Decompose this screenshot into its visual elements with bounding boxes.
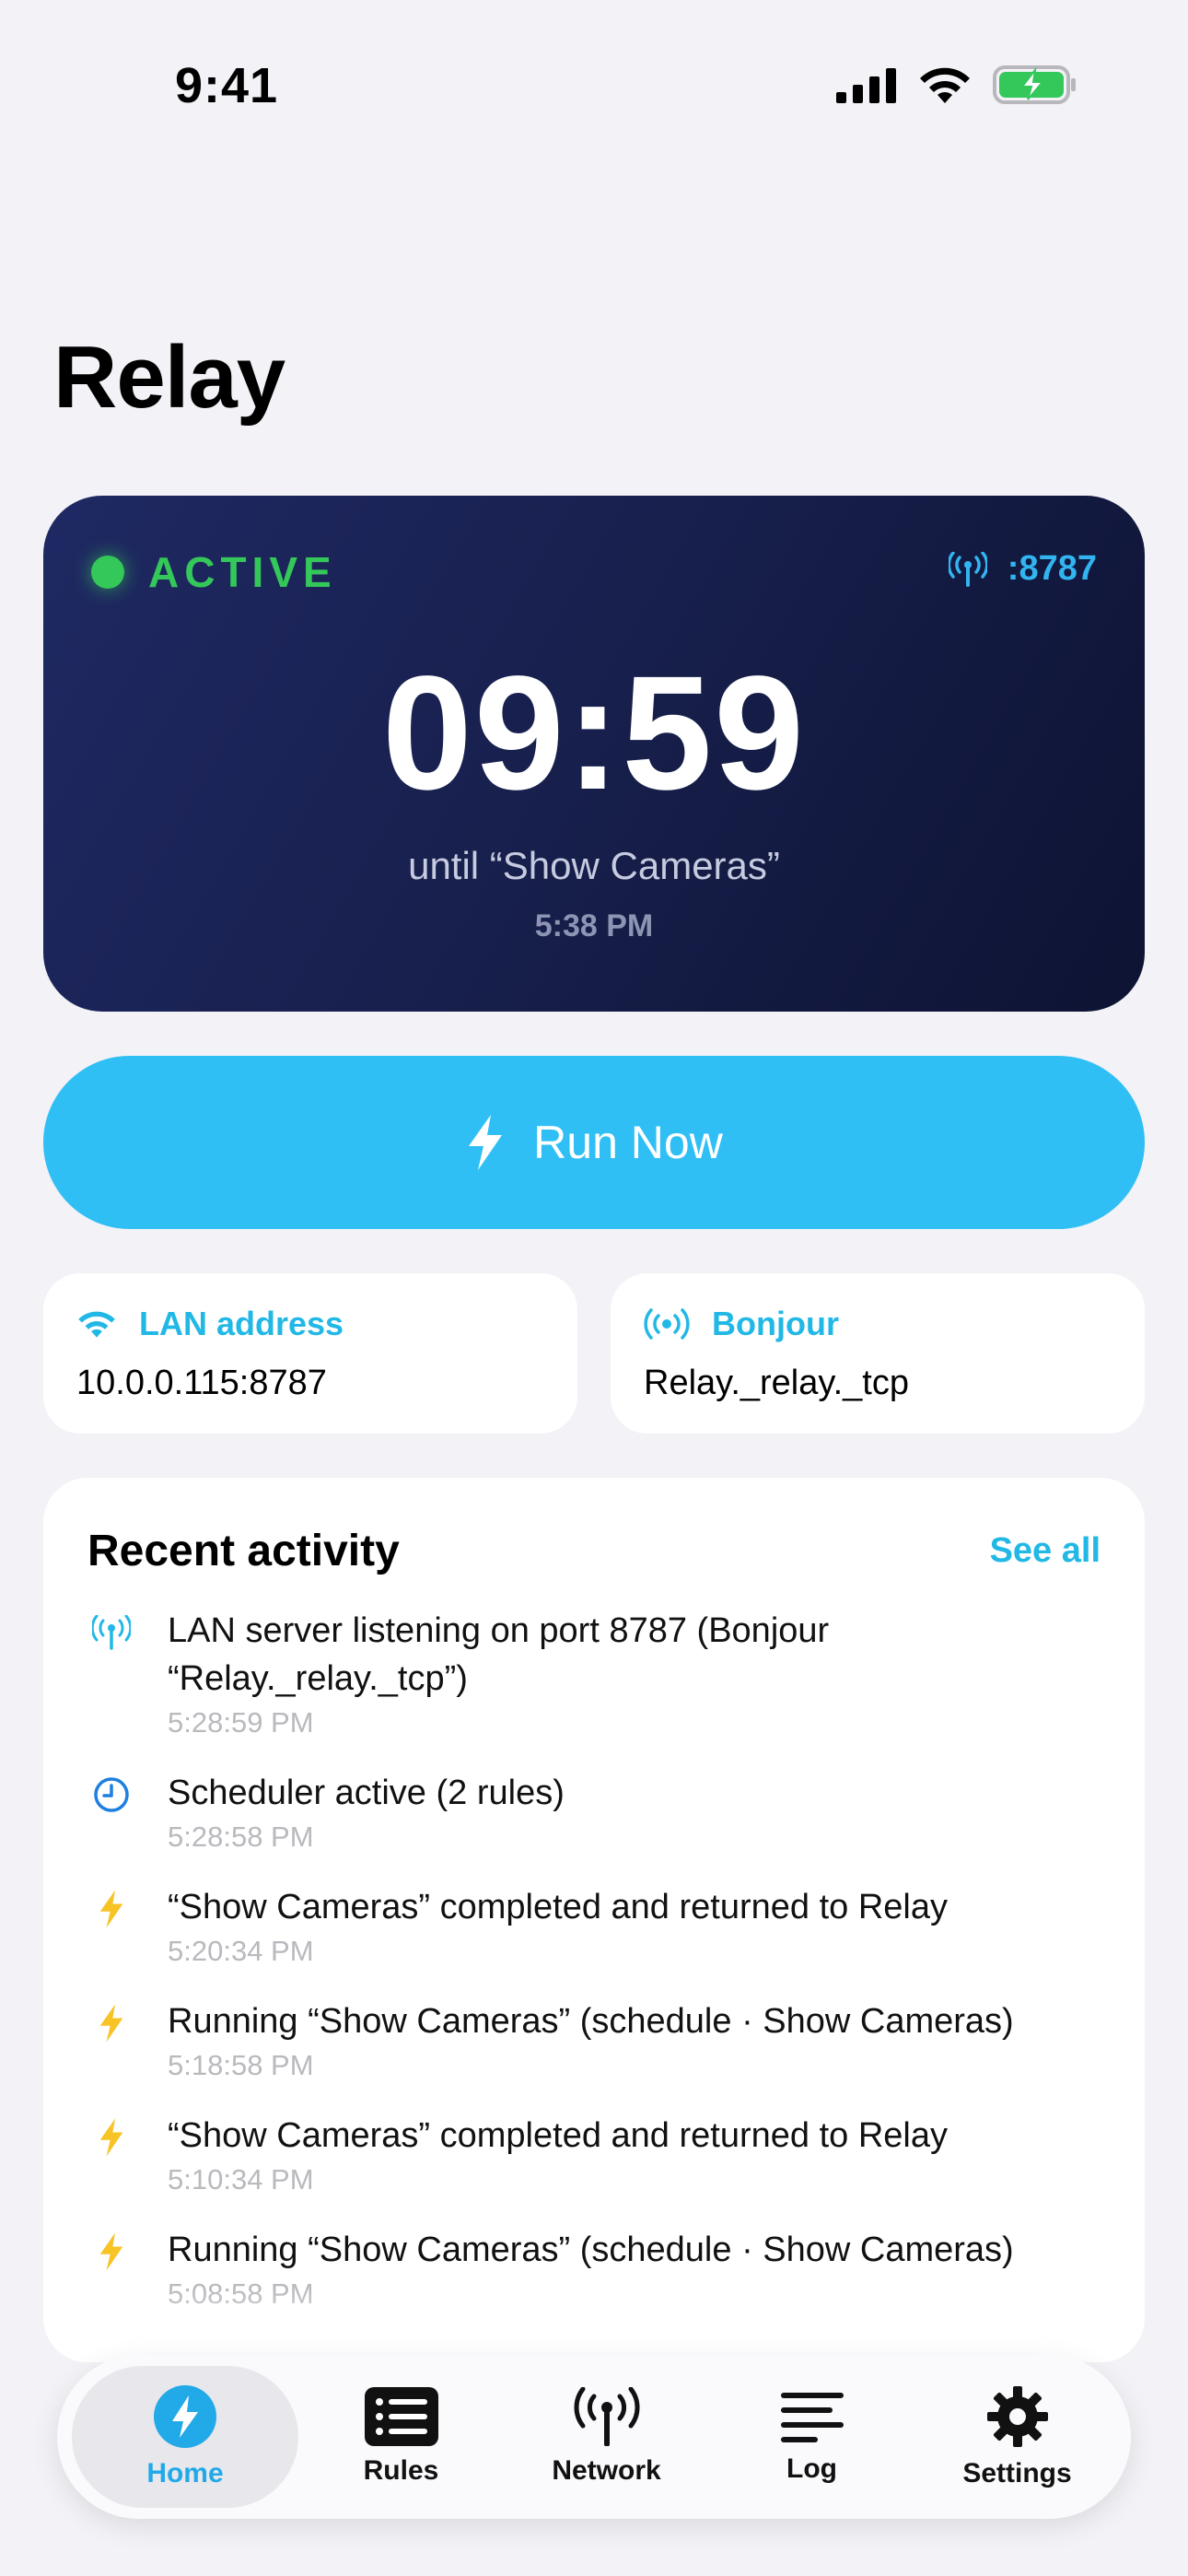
list-item[interactable]: “Show Cameras” completed and returned to… — [43, 1883, 1145, 1970]
antenna-icon — [948, 551, 987, 587]
activity-time: 5:10:34 PM — [168, 2163, 314, 2195]
scroll-fade — [43, 2289, 1145, 2362]
list-item[interactable]: Scheduler active (2 rules) 5:28:58 PM — [43, 1769, 1145, 1856]
list-icon — [364, 2387, 438, 2446]
activity-time: 5:18:58 PM — [168, 2049, 314, 2081]
broadcast-icon — [644, 1308, 690, 1340]
lan-address-value: 10.0.0.115:8787 — [76, 1364, 327, 1402]
activity-text: Running “Show Cameras” (schedule · Show … — [168, 2231, 1014, 2269]
status-time: 9:41 — [175, 58, 279, 113]
lan-address-label: LAN address — [139, 1305, 344, 1342]
tab-log[interactable]: Log — [709, 2366, 914, 2508]
server-port: :8787 — [948, 549, 1097, 589]
tab-network-label: Network — [552, 2455, 661, 2486]
status-bar: 9:41 — [0, 0, 1188, 175]
countdown-timer: 09:59 — [381, 643, 807, 824]
list-item[interactable]: Running “Show Cameras” (schedule · Show … — [43, 1997, 1145, 2084]
active-dot-icon — [91, 556, 124, 589]
antenna-icon — [92, 1615, 131, 1650]
see-all-link[interactable]: See all — [990, 1531, 1101, 1571]
page-title: Relay — [53, 328, 285, 427]
antenna-icon — [573, 2387, 640, 2446]
clock-icon — [94, 1777, 129, 1812]
timer-card: ACTIVE :8787 09:59 until “Show Cameras” … — [43, 496, 1145, 1012]
tab-home-label: Home — [146, 2458, 224, 2488]
tab-settings[interactable]: Settings — [914, 2366, 1120, 2508]
tab-home[interactable]: Home — [72, 2366, 298, 2508]
activity-time: 5:20:34 PM — [168, 1935, 314, 1967]
tab-network[interactable]: Network — [504, 2366, 709, 2508]
port-label: :8787 — [1007, 549, 1097, 588]
active-status: ACTIVE — [91, 547, 337, 597]
bolt-icon — [99, 2004, 123, 2043]
list-item[interactable]: LAN server listening on port 8787 (Bonjo… — [43, 1607, 1145, 1741]
list-item[interactable]: “Show Cameras” completed and returned to… — [43, 2112, 1145, 2198]
run-now-button[interactable]: Run Now — [43, 1056, 1145, 1229]
wifi-status-icon — [920, 67, 970, 103]
wifi-icon — [78, 1311, 115, 1338]
next-rule-label: until “Show Cameras” — [408, 844, 780, 887]
recent-activity-title: Recent activity — [87, 1527, 400, 1575]
run-now-label: Run Now — [533, 1117, 723, 1168]
activity-text: LAN server listening on port 8787 (Bonjo… — [168, 1611, 830, 1698]
lines-icon — [780, 2393, 844, 2442]
cellular-signal-icon — [836, 68, 896, 103]
status-icons — [836, 64, 1077, 105]
bonjour-value: Relay._relay._tcp — [644, 1364, 909, 1402]
gear-icon — [986, 2386, 1048, 2447]
activity-text: “Show Cameras” completed and returned to… — [168, 1888, 948, 1926]
bolt-circle-icon — [154, 2385, 216, 2448]
bolt-icon — [469, 1115, 503, 1170]
activity-time: 5:28:58 PM — [168, 1821, 314, 1853]
tab-settings-label: Settings — [962, 2458, 1072, 2488]
bolt-icon — [99, 2232, 123, 2271]
bolt-icon — [99, 2118, 123, 2157]
bonjour-label: Bonjour — [712, 1305, 839, 1342]
active-label: ACTIVE — [148, 548, 337, 596]
next-run-time: 5:38 PM — [534, 908, 654, 943]
bolt-icon — [99, 1890, 123, 1928]
bonjour-card[interactable]: Bonjour Relay._relay._tcp — [611, 1273, 1145, 1434]
tab-rules[interactable]: Rules — [298, 2366, 504, 2508]
activity-text: Scheduler active (2 rules) — [168, 1774, 565, 1812]
activity-text: Running “Show Cameras” (schedule · Show … — [168, 2002, 1014, 2041]
activity-text: “Show Cameras” completed and returned to… — [168, 2116, 948, 2155]
activity-list: LAN server listening on port 8787 (Bonjo… — [43, 1607, 1145, 2340]
tab-log-label: Log — [786, 2453, 837, 2484]
tab-rules-label: Rules — [363, 2455, 439, 2486]
lan-address-card[interactable]: LAN address 10.0.0.115:8787 — [43, 1273, 577, 1434]
activity-time: 5:28:59 PM — [168, 1706, 314, 1739]
tab-bar: Home Rules Network Log Settings — [57, 2355, 1131, 2519]
battery-charging-icon — [993, 65, 1076, 104]
recent-activity-card: Recent activity See all LAN server liste… — [43, 1478, 1145, 2362]
